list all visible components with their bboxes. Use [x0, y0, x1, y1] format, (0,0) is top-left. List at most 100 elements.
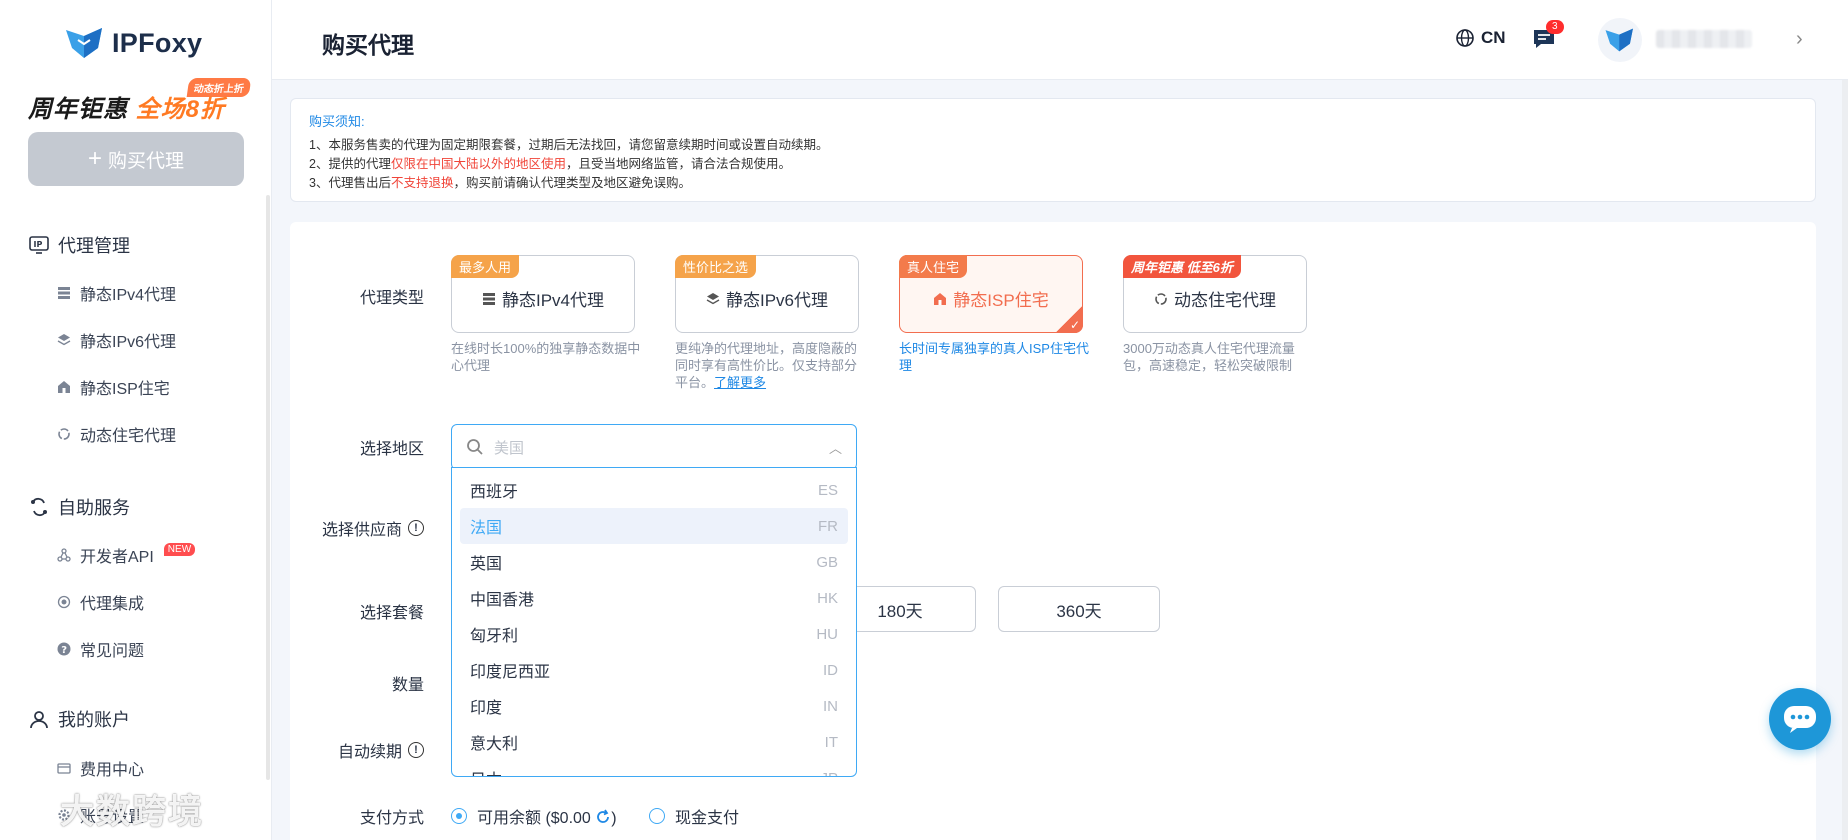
proxy-type-label: 代理类型: [359, 290, 424, 307]
region-option-code: ID: [823, 661, 838, 679]
promo-text-a: 周年钜惠: [28, 96, 128, 123]
proxy-type-tag: 周年钜惠 低至6折: [1123, 255, 1241, 278]
region-option-name: 中国香港: [470, 592, 535, 609]
sidebar-item-label: 费用中心: [80, 762, 145, 779]
region-dropdown[interactable]: 西班牙 ES 法国 FR 英国 GB 中国香港 HK 匈牙利 HU 印度尼西亚 ID 印度 I…: [451, 467, 857, 777]
top-bar: 购买代理 CN 3 ›: [272, 0, 1848, 80]
supplier-label-text: 选择供应商: [321, 522, 402, 539]
notice-text: ，购买前请确认代理类型及地区避免误购。: [453, 176, 691, 190]
region-option-code: IT: [824, 733, 838, 751]
region-option[interactable]: 日本 JP: [460, 760, 848, 777]
notice-line-3: 3、代理售出后不支持退换，购买前请确认代理类型及地区避免误购。: [309, 174, 1797, 193]
brand-logo[interactable]: IPFoxy: [64, 26, 202, 60]
quantity-label: 数量: [391, 677, 424, 694]
integration-icon: [56, 594, 72, 610]
proxy-type-name: 静态IPv6代理: [725, 291, 829, 310]
radio-unchecked[interactable]: [649, 808, 665, 824]
package-option-360[interactable]: 360天: [998, 586, 1160, 632]
promo-banner[interactable]: 动态折上折 周年钜惠 全场8折: [28, 78, 252, 126]
refresh-balance-icon[interactable]: [595, 809, 611, 825]
sidebar-item-label: 静态IPv4代理: [80, 287, 177, 304]
nav-section-proxy-management[interactable]: IP 代理管理: [28, 232, 130, 258]
region-option[interactable]: 西班牙 ES: [460, 472, 848, 508]
notice-text: 3、代理售出后: [309, 176, 391, 190]
info-icon[interactable]: !: [408, 742, 424, 758]
brand-name: IPFoxy: [112, 27, 203, 58]
region-option-name: 日本: [470, 766, 502, 776]
sidebar-item-static-isp[interactable]: 静态ISP住宅: [56, 375, 170, 399]
region-option-code: JP: [820, 770, 838, 777]
customer-service-chat-button[interactable]: [1769, 688, 1831, 750]
messages-button[interactable]: 3: [1532, 20, 1564, 55]
plus-icon: +: [87, 145, 102, 172]
radio-checked[interactable]: [451, 808, 467, 824]
buy-proxy-label: 购买代理: [108, 150, 185, 172]
notice-line-1: 1、本服务售卖的代理为固定期限套餐，过期后无法找回，请您留意续期时间或设置自动续…: [309, 138, 829, 152]
proxy-type-card-ipv6[interactable]: 性价比之选 静态IPv6代理: [675, 255, 859, 333]
info-icon[interactable]: !: [408, 520, 424, 536]
sidebar-scrollbar[interactable]: [266, 195, 270, 780]
chevron-up-icon[interactable]: ︿: [829, 438, 842, 457]
balance-text: 可用余额 ($0.00: [477, 810, 591, 827]
balance-label: 可用余额 ($0.00 ): [477, 804, 617, 828]
sidebar-item-static-ipv4[interactable]: 静态IPv4代理: [56, 281, 176, 305]
region-option[interactable]: 中国香港 HK: [460, 580, 848, 616]
region-option-name: 西班牙: [470, 484, 519, 501]
page-title: 购买代理: [322, 32, 414, 58]
globe-icon: [1456, 29, 1474, 47]
ip-icon: IP: [28, 234, 50, 256]
payment-cash-option[interactable]: 现金支付: [649, 804, 739, 828]
search-icon: [467, 439, 483, 455]
proxy-type-card-ipv4[interactable]: 最多人用 静态IPv4代理: [451, 255, 635, 333]
nav-section-label: 我的账户: [58, 710, 130, 730]
sidebar-item-faq[interactable]: ? 常见问题: [56, 637, 144, 661]
sidebar-item-label: 常见问题: [80, 643, 145, 660]
watermark: 大数跨境: [10, 784, 204, 833]
notice-highlight: 不支持退换: [390, 176, 454, 190]
nav-section-self-service[interactable]: 自助服务: [28, 494, 130, 520]
region-option[interactable]: 英国 GB: [460, 544, 848, 580]
region-option[interactable]: 印度尼西亚 ID: [460, 652, 848, 688]
avatar[interactable]: [1598, 18, 1642, 62]
buy-proxy-button[interactable]: + 购买代理: [28, 132, 244, 186]
username-blurred[interactable]: [1656, 30, 1752, 48]
region-option-name: 印度尼西亚: [470, 664, 551, 681]
server-icon: [56, 285, 72, 301]
auto-renew-label: 自动续期 !: [284, 738, 424, 762]
chevron-right-icon[interactable]: ›: [1796, 28, 1803, 51]
payment-balance-option[interactable]: 可用余额 ($0.00 ): [451, 804, 617, 828]
selected-check-icon: ✓: [1055, 305, 1083, 333]
refresh-icon: [1155, 292, 1167, 305]
region-option-active[interactable]: 法国 FR: [460, 508, 848, 544]
home-icon: [934, 292, 947, 305]
sidebar-item-static-ipv6[interactable]: 静态IPv6代理: [56, 328, 176, 352]
proxy-type-card-isp[interactable]: 真人住宅 静态ISP住宅 ✓: [899, 255, 1083, 333]
fox-logo-icon: [66, 28, 102, 58]
region-select[interactable]: 美国 ︿: [451, 424, 857, 470]
server-icon: [482, 292, 495, 305]
language-switcher[interactable]: CN: [1455, 28, 1506, 48]
message-count-badge: 3: [1546, 20, 1564, 34]
region-option-name: 印度: [470, 700, 503, 717]
chat-icon: [1784, 706, 1816, 733]
sidebar-item-developer-api[interactable]: 开发者API NEW: [56, 542, 196, 567]
page-scrollbar[interactable]: [1842, 80, 1848, 840]
nav-section-my-account[interactable]: 我的账户: [28, 706, 130, 732]
learn-more-link[interactable]: 了解更多: [714, 375, 766, 390]
proxy-type-name: 静态IPv4代理: [501, 291, 605, 310]
notice-title: 购买须知:: [309, 114, 365, 129]
sidebar-item-proxy-integration[interactable]: 代理集成: [56, 590, 144, 614]
region-option[interactable]: 匈牙利 HU: [460, 616, 848, 652]
proxy-type-card-dynamic[interactable]: 周年钜惠 低至6折 动态住宅代理: [1123, 255, 1307, 333]
home-icon: [56, 379, 72, 395]
sidebar-item-dynamic-residential[interactable]: 动态住宅代理: [56, 422, 176, 446]
region-option[interactable]: 印度 IN: [460, 688, 848, 724]
sidebar-item-billing[interactable]: 费用中心: [56, 756, 144, 780]
watermark-logo-icon: [13, 794, 55, 824]
region-option[interactable]: 意大利 IT: [460, 724, 848, 760]
supplier-label: 选择供应商 !: [284, 516, 424, 540]
region-search-input[interactable]: 美国: [494, 437, 819, 458]
payment-label: 支付方式: [359, 810, 424, 827]
notice-text: 2、提供的代理: [309, 157, 391, 171]
region-option-name: 法国: [470, 520, 503, 537]
